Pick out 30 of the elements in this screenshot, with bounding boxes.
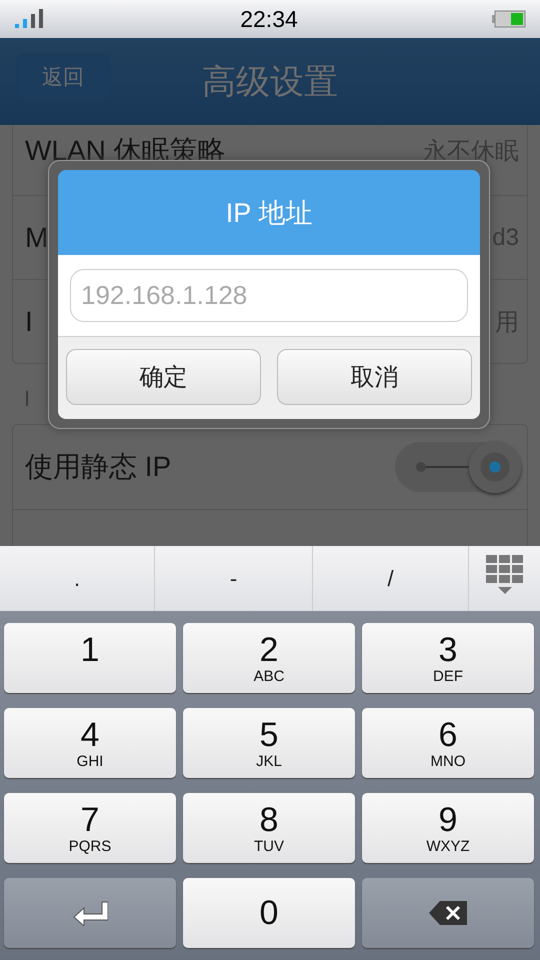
number-key[interactable]: 4 GHI [4, 708, 176, 778]
setting-label: M [25, 222, 48, 254]
enter-key[interactable] [4, 878, 176, 948]
number-key[interactable]: 1 [4, 623, 176, 693]
number-key[interactable]: 9 WXYZ [362, 793, 534, 863]
symbol-key[interactable]: / [313, 546, 469, 611]
symbol-key[interactable]: . [0, 546, 155, 611]
number-key[interactable]: 3 DEF [362, 623, 534, 693]
number-key[interactable]: 5 JKL [183, 708, 355, 778]
dialog-button[interactable]: 确定 [66, 349, 261, 405]
number-key[interactable]: 0 [183, 878, 355, 948]
backspace-icon [428, 900, 468, 926]
keypad-icon [486, 554, 524, 596]
symbol-key[interactable]: - [155, 546, 313, 611]
number-key[interactable]: 6 MNO [362, 708, 534, 778]
number-key[interactable]: 2 ABC [183, 623, 355, 693]
setting-label: I [25, 306, 33, 338]
signal-icon [14, 8, 46, 30]
setting-label: 使用静态 IP [25, 450, 172, 484]
page-title: 高级设置 [202, 62, 338, 102]
dialog-button[interactable]: 取消 [277, 349, 472, 405]
ip-input-field[interactable]: 192.168.1.128 [70, 269, 468, 322]
clock-time: 22:34 [240, 6, 298, 32]
backspace-key[interactable] [362, 878, 534, 948]
enter-icon [72, 900, 108, 926]
battery-icon [492, 9, 526, 29]
toggle-switch[interactable] [395, 442, 519, 492]
number-key[interactable]: 8 TUV [183, 793, 355, 863]
dialog-title: IP 地址 [58, 170, 480, 255]
number-key[interactable]: 7 PQRS [4, 793, 176, 863]
